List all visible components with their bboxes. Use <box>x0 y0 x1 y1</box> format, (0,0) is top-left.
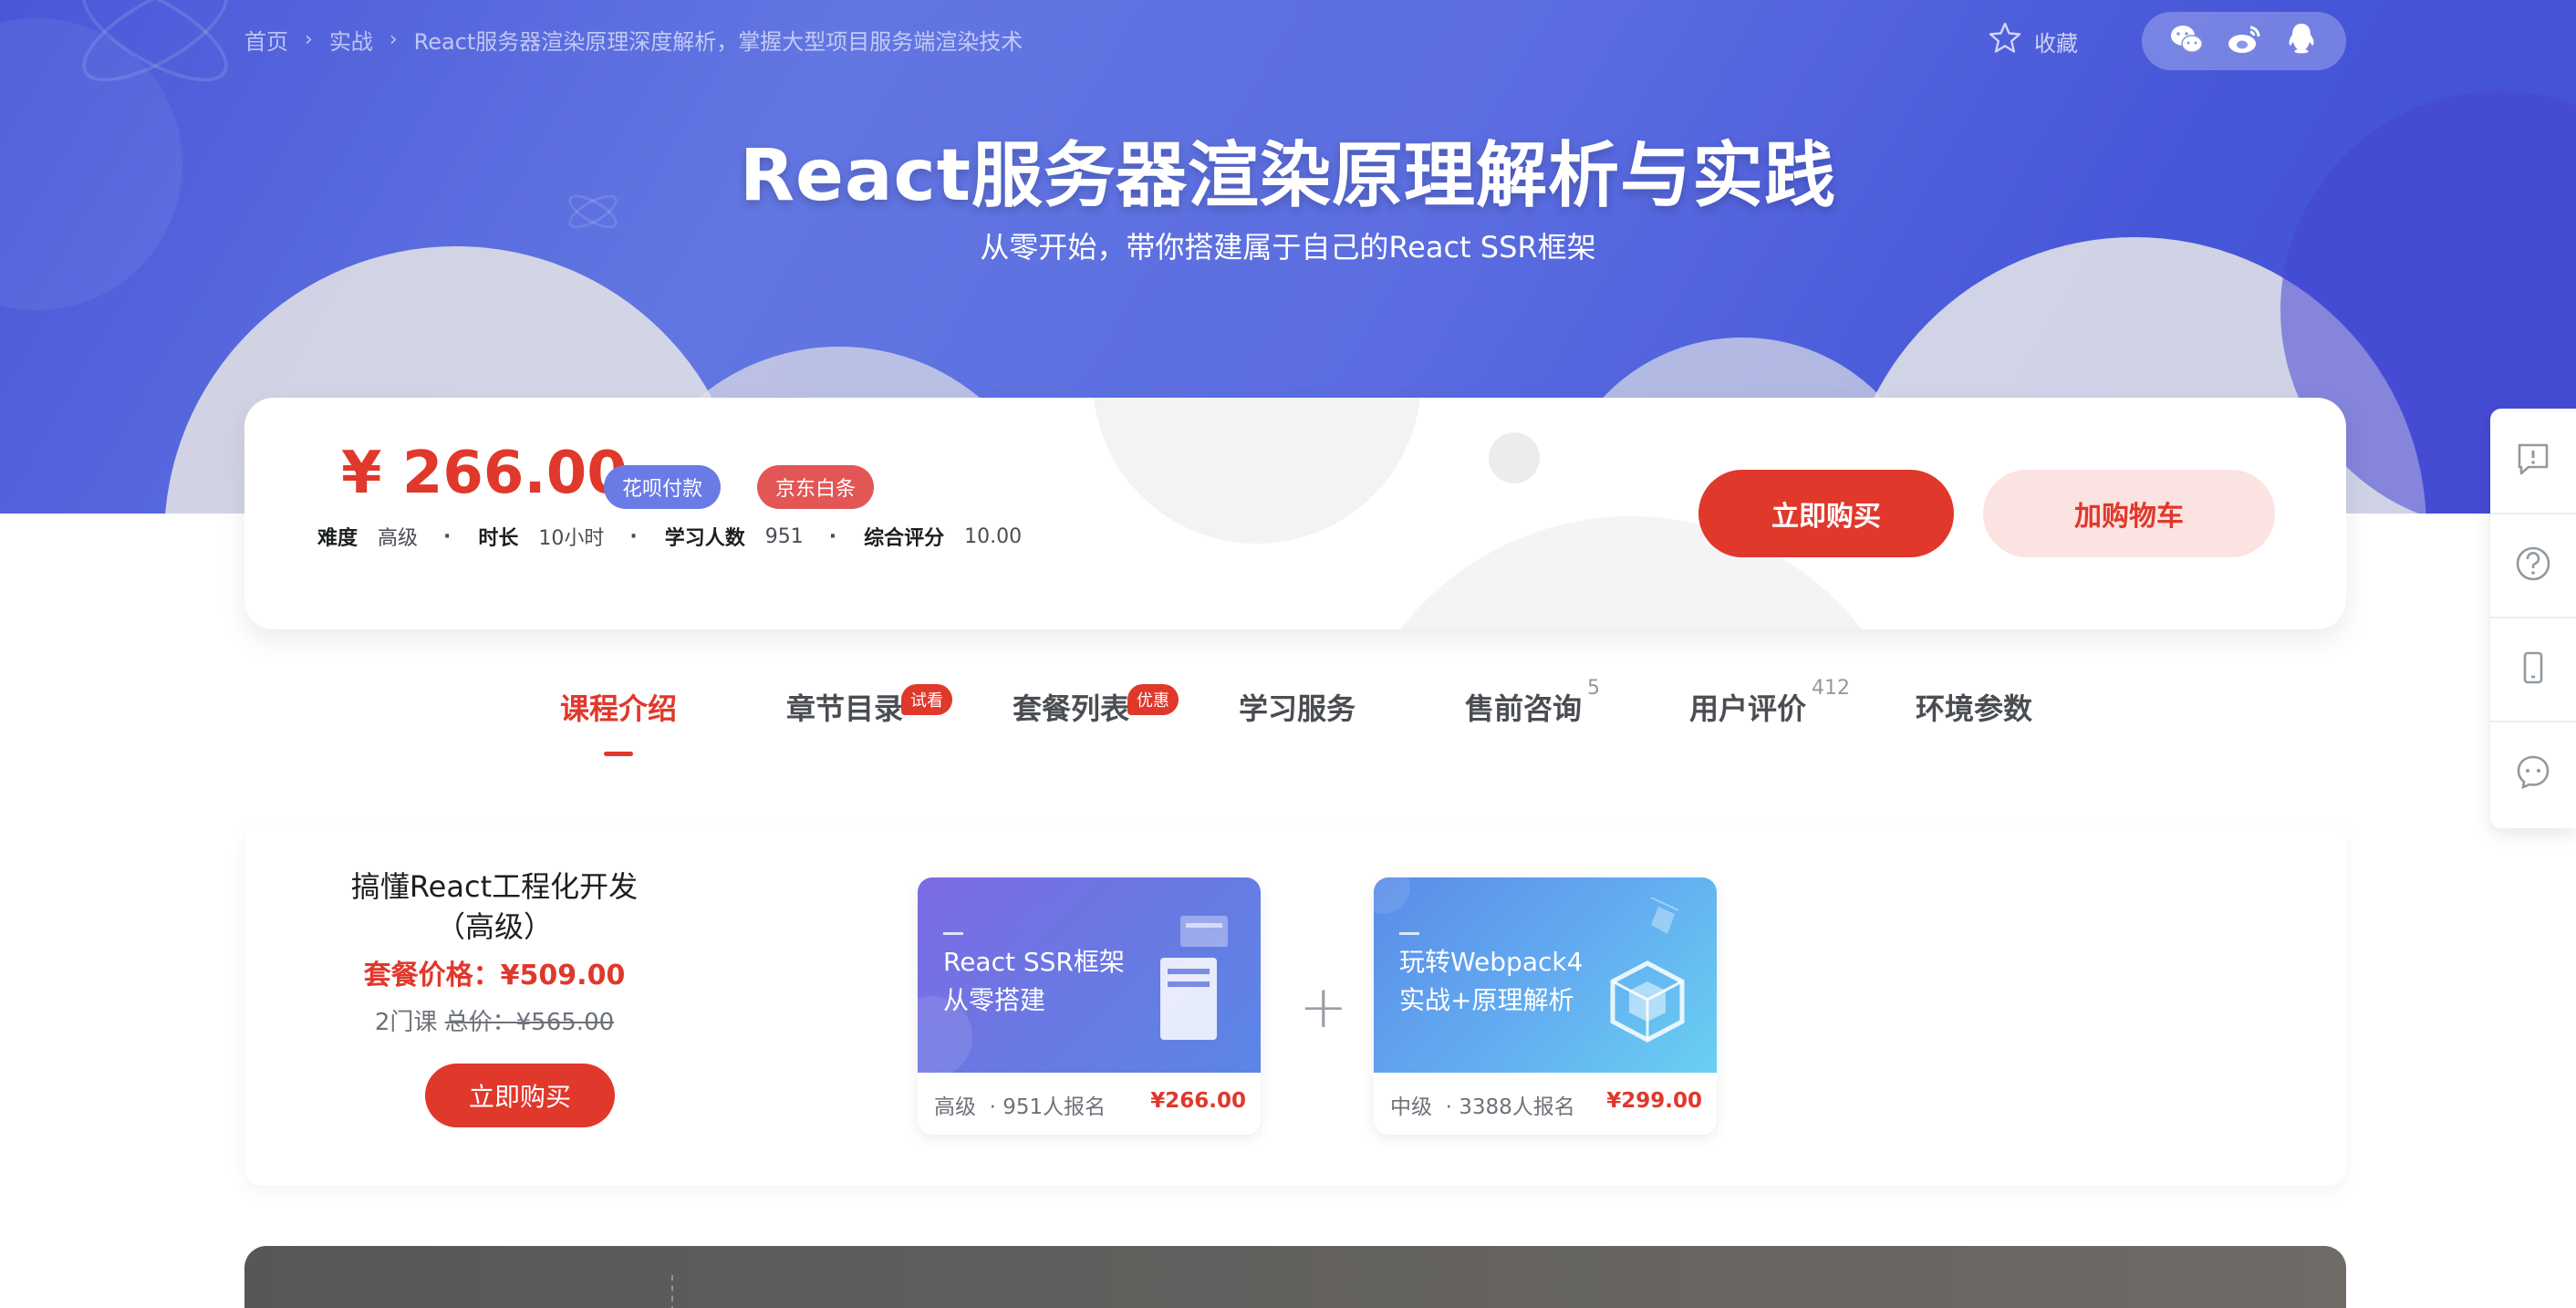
difficulty-label: 难度 <box>317 527 358 550</box>
duration-label: 时长 <box>478 527 519 550</box>
cover-line: React SSR框架 <box>943 947 1125 977</box>
favorite-button[interactable]: 收藏 <box>1987 20 2078 62</box>
tab-label: 用户评价 <box>1689 691 1807 726</box>
tab-label: 环境参数 <box>1916 691 2033 726</box>
course-card-price: ¥299.00 <box>1606 1089 1702 1113</box>
tab-label: 售前咨询 <box>1465 691 1583 726</box>
breadcrumb-category[interactable]: 实战 <box>329 24 373 56</box>
stats-dot: · <box>629 524 638 548</box>
package-price: 套餐价格：¥509.00 <box>363 960 626 991</box>
tab-label: 学习服务 <box>1239 691 1356 726</box>
tab-environment[interactable]: 环境参数 <box>1916 686 2032 728</box>
course-stats: 难度 高级 · 时长 10小时 · 学习人数 951 · 综合评分 10.00 <box>317 522 1047 551</box>
course-cover: 玩转Webpack4 实战+原理解析 <box>1374 877 1717 1073</box>
course-enrolled: · 3388人报名 <box>1445 1095 1575 1119</box>
feedback-button[interactable] <box>2490 409 2576 513</box>
presale-count: 5 <box>1587 677 1600 700</box>
tab-services[interactable]: 学习服务 <box>1239 686 1356 728</box>
package-total: 2门课 总价：¥565.00 <box>336 1003 653 1037</box>
tab-presale[interactable]: 售前咨询 5 <box>1465 677 1600 728</box>
package-buy-button[interactable]: 立即购买 <box>425 1064 615 1127</box>
package-course-card[interactable]: React SSR框架 从零搭建 高级 · 951人报名 ¥266.00 <box>918 877 1261 1135</box>
plus-icon: + <box>1299 974 1348 1042</box>
cover-line: 从零搭建 <box>943 985 1046 1015</box>
course-info-card: ¥ 266.00 花呗付款 京东白条 难度 高级 · 时长 10小时 · 学习人… <box>244 398 2346 629</box>
chat-button[interactable] <box>2490 721 2576 825</box>
package-name: 搞懂React工程化开发（高级） <box>350 869 639 944</box>
cover-line: 实战+原理解析 <box>1399 985 1574 1015</box>
add-to-cart-button[interactable]: 加购物车 <box>1983 470 2275 557</box>
course-price: ¥ 266.00 <box>341 440 628 507</box>
card-decoration <box>1093 398 1421 544</box>
package-original-total: 总价：¥565.00 <box>444 1009 615 1036</box>
course-subtitle: 从零开始，带你搭建属于自己的React SSR框架 <box>980 230 1596 265</box>
trial-badge: 试看 <box>901 684 952 715</box>
tab-intro[interactable]: 课程介绍 <box>560 686 678 756</box>
reviews-count: 412 <box>1812 677 1850 700</box>
course-card-price: ¥266.00 <box>1150 1089 1246 1113</box>
course-cover: React SSR框架 从零搭建 <box>918 877 1261 1073</box>
stats-dot: · <box>443 524 452 548</box>
course-meta: 中级 · 3388人报名 <box>1390 1089 1575 1120</box>
mobile-icon <box>2514 649 2552 690</box>
share-bar <box>2142 12 2346 70</box>
tab-label: 套餐列表 <box>1013 691 1130 726</box>
card-decoration <box>1489 432 1540 483</box>
breadcrumb-home[interactable]: 首页 <box>244 24 288 56</box>
dashed-divider <box>671 1275 673 1308</box>
feedback-icon <box>2514 440 2552 482</box>
breadcrumb: 首页 › 实战 › React服务器渲染原理深度解析，掌握大型项目服务端渲染技术 <box>244 24 1023 56</box>
package-panel: 搞懂React工程化开发（高级） 套餐价格：¥509.00 2门课 总价：¥56… <box>244 825 2346 1186</box>
help-button[interactable] <box>2490 513 2576 617</box>
server-icon <box>1158 916 1231 1047</box>
students-label: 学习人数 <box>664 527 745 550</box>
breadcrumb-separator: › <box>389 28 398 51</box>
stats-dot: · <box>828 524 837 548</box>
duration-value: 10小时 <box>538 527 605 550</box>
students-value: 951 <box>764 524 804 548</box>
course-tabs: 课程介绍 章节目录 试看 套餐列表 优惠 学习服务 售前咨询 5 用户评价 41… <box>0 677 2576 759</box>
cover-dash <box>1399 932 1419 935</box>
mobile-app-button[interactable] <box>2490 617 2576 721</box>
course-title: React服务器渲染原理解析与实践 <box>739 135 1837 217</box>
score-value: 10.00 <box>964 524 1023 548</box>
course-enrolled: · 951人报名 <box>989 1095 1106 1119</box>
cover-line: 玩转Webpack4 <box>1399 947 1584 977</box>
course-meta: 高级 · 951人报名 <box>934 1089 1106 1120</box>
webpack-cube-icon <box>1602 897 1702 1056</box>
weibo-icon[interactable] <box>2225 20 2263 62</box>
help-icon <box>2514 545 2552 587</box>
package-course-card[interactable]: 玩转Webpack4 实战+原理解析 中级 · 3388人报名 ¥299.00 <box>1374 877 1717 1135</box>
tab-packages[interactable]: 套餐列表 优惠 <box>1013 684 1179 728</box>
breadcrumb-separator: › <box>305 28 313 51</box>
favorite-label: 收藏 <box>2034 30 2078 57</box>
cover-dash <box>943 932 963 935</box>
difficulty-value: 高级 <box>378 527 419 550</box>
course-level: 中级 <box>1390 1095 1432 1119</box>
cover-title: React SSR框架 从零搭建 <box>943 943 1125 1020</box>
course-level: 高级 <box>934 1095 976 1119</box>
buy-now-button[interactable]: 立即购买 <box>1698 470 1954 557</box>
course-video-section <box>244 1246 2346 1308</box>
score-label: 综合评分 <box>864 527 945 550</box>
chat-icon <box>2514 753 2552 794</box>
side-toolbar <box>2490 409 2576 828</box>
cover-title: 玩转Webpack4 实战+原理解析 <box>1399 943 1583 1020</box>
tab-active-indicator <box>604 752 633 756</box>
breadcrumb-current: React服务器渲染原理深度解析，掌握大型项目服务端渲染技术 <box>413 29 1023 55</box>
wechat-icon[interactable] <box>2167 20 2206 62</box>
qq-icon[interactable] <box>2282 20 2321 62</box>
huabei-tag: 花呗付款 <box>604 465 722 509</box>
discount-badge: 优惠 <box>1127 684 1179 715</box>
tab-label: 章节目录 <box>786 691 904 726</box>
package-course-count: 2门课 <box>374 1009 438 1036</box>
tab-label: 课程介绍 <box>560 691 678 726</box>
tab-chapters[interactable]: 章节目录 试看 <box>786 684 952 728</box>
star-icon <box>1987 20 2023 62</box>
tab-reviews[interactable]: 用户评价 412 <box>1689 677 1850 728</box>
jd-baitiao-tag: 京东白条 <box>757 465 875 509</box>
